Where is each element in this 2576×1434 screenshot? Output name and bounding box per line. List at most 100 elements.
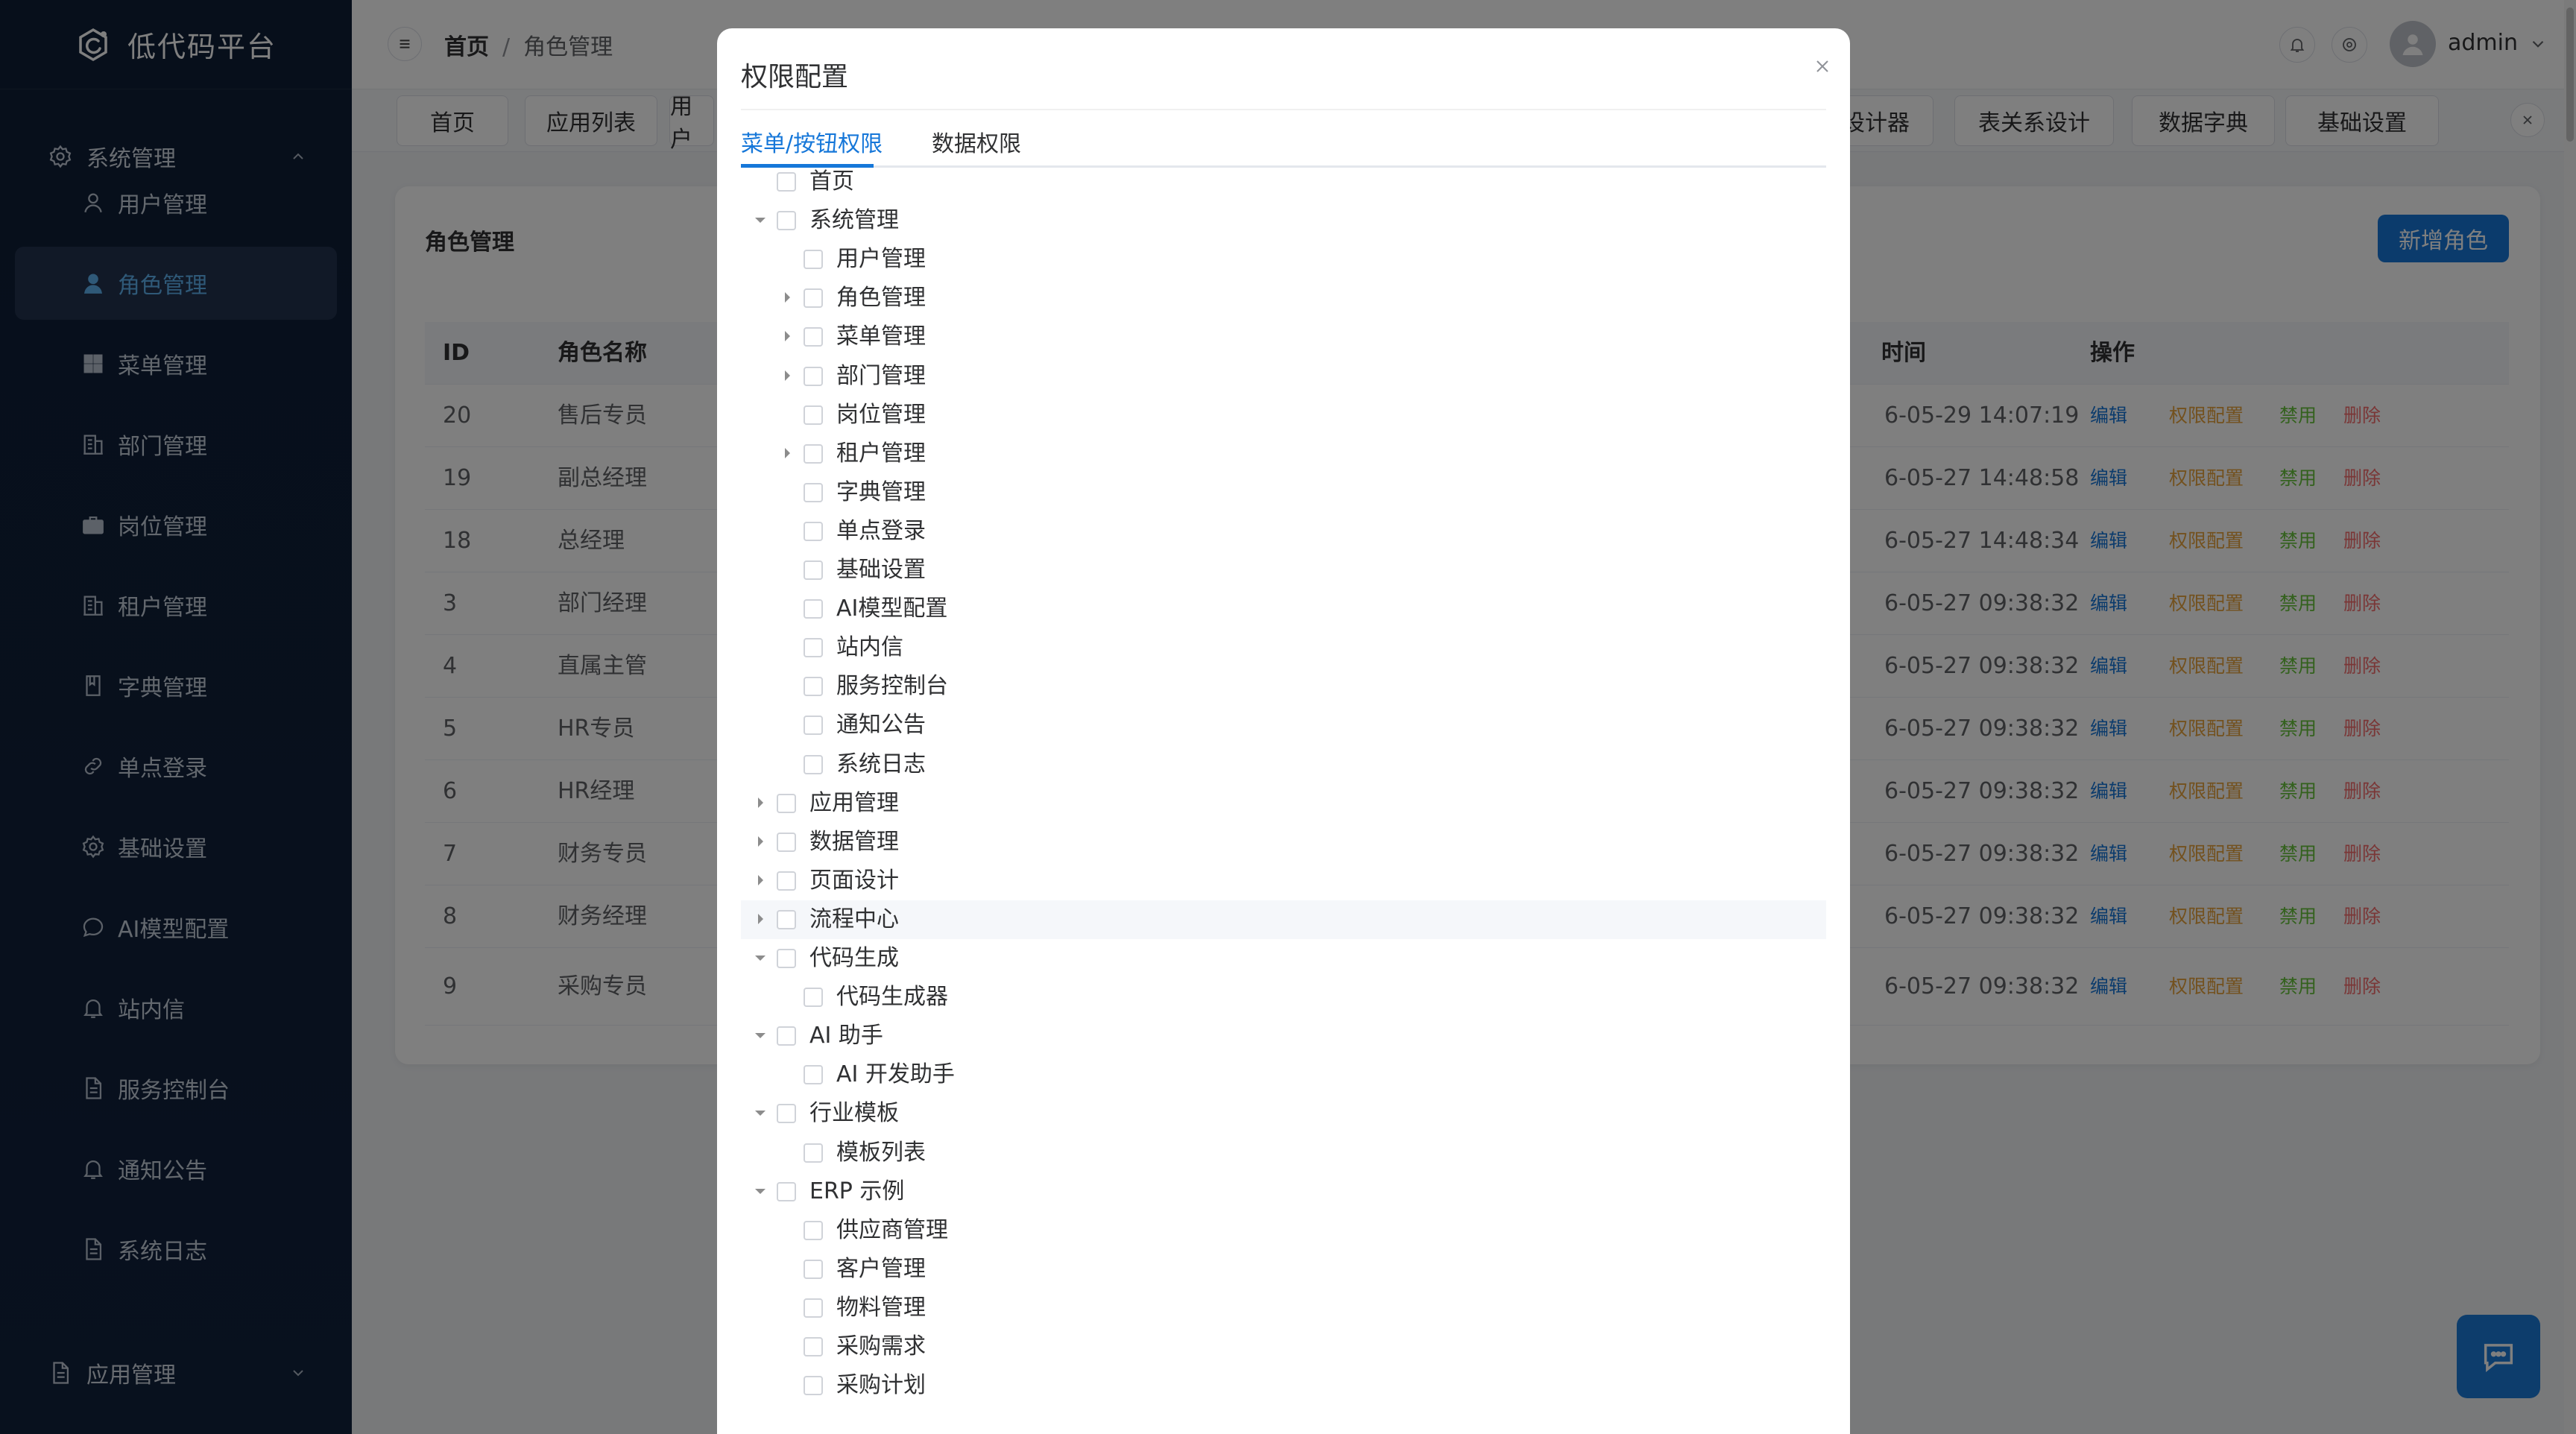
tree-checkbox[interactable]: [777, 1026, 796, 1046]
caret-right-icon[interactable]: [751, 833, 769, 850]
caret-right-icon[interactable]: [778, 444, 796, 462]
tree-node[interactable]: 单点登录: [741, 512, 1826, 551]
tree-node[interactable]: AI模型配置: [741, 590, 1826, 628]
caret-right-icon[interactable]: [778, 367, 796, 385]
caret-right-icon[interactable]: [751, 910, 769, 928]
caret-down-icon[interactable]: [751, 1026, 769, 1044]
tree-node-label: ERP 示例: [809, 1178, 905, 1204]
tree-node-label: 系统日志: [836, 751, 926, 777]
tree-checkbox[interactable]: [804, 482, 823, 502]
tree-checkbox[interactable]: [804, 405, 823, 425]
caret-down-icon[interactable]: [751, 1104, 769, 1122]
tree-node-label: 单点登录: [836, 517, 926, 544]
tree-node[interactable]: 应用管理: [741, 784, 1826, 823]
tree-checkbox[interactable]: [804, 1337, 823, 1356]
tree-checkbox[interactable]: [777, 172, 796, 192]
tree-node[interactable]: ERP 示例: [741, 1172, 1826, 1211]
tree-checkbox[interactable]: [804, 288, 823, 309]
tree-node[interactable]: 流程中心: [741, 900, 1826, 939]
tree-node-label: 用户管理: [836, 246, 926, 273]
tree-node-label: 通知公告: [836, 712, 926, 739]
tree-node[interactable]: 首页: [741, 162, 1826, 201]
tree-node[interactable]: 采购计划: [741, 1366, 1826, 1405]
tree-node-label: 流程中心: [809, 906, 899, 932]
tree-node[interactable]: 系统管理: [741, 201, 1826, 240]
tree-node-label: 页面设计: [809, 867, 899, 894]
tree-node[interactable]: 代码生成器: [741, 978, 1826, 1017]
tree-node[interactable]: 服务控制台: [741, 667, 1826, 706]
tree-checkbox[interactable]: [804, 1376, 823, 1396]
tree-node-label: AI模型配置: [836, 596, 948, 622]
tree-checkbox[interactable]: [804, 1220, 823, 1240]
tree-node[interactable]: 部门管理: [741, 357, 1826, 396]
tree-node-label: 系统管理: [809, 207, 899, 234]
tree-node[interactable]: 采购需求: [741, 1327, 1826, 1366]
tree-node-label: 部门管理: [836, 362, 926, 389]
tree-checkbox[interactable]: [804, 366, 823, 386]
tree-node-label: 代码生成: [809, 945, 899, 971]
tree-checkbox[interactable]: [804, 443, 823, 464]
tree-node[interactable]: 物料管理: [741, 1289, 1826, 1327]
caret-right-icon[interactable]: [778, 327, 796, 345]
caret-right-icon[interactable]: [751, 871, 769, 889]
tree-checkbox[interactable]: [804, 560, 823, 580]
tree-checkbox[interactable]: [804, 1065, 823, 1085]
tab-menu-button-permissions[interactable]: 菜单/按钮权限: [741, 125, 883, 158]
caret-down-icon[interactable]: [751, 211, 769, 229]
tree-node[interactable]: 租户管理: [741, 435, 1826, 473]
tree-node[interactable]: 模板列表: [741, 1134, 1826, 1172]
tree-checkbox[interactable]: [777, 1181, 796, 1201]
tree-node-label: 服务控制台: [836, 673, 948, 700]
tree-checkbox[interactable]: [804, 599, 823, 619]
tree-node[interactable]: 角色管理: [741, 279, 1826, 318]
tree-checkbox[interactable]: [804, 327, 823, 347]
caret-down-icon[interactable]: [751, 1182, 769, 1200]
tree-node-label: 客户管理: [836, 1255, 926, 1282]
tree-checkbox[interactable]: [804, 250, 823, 270]
caret-down-icon[interactable]: [751, 949, 769, 967]
tree-node[interactable]: 用户管理: [741, 240, 1826, 279]
tree-node-label: 基础设置: [836, 557, 926, 583]
tree-checkbox[interactable]: [804, 1259, 823, 1279]
tree-checkbox[interactable]: [777, 909, 796, 929]
tree-node-label: 站内信: [836, 634, 903, 661]
tree-node[interactable]: 客户管理: [741, 1250, 1826, 1289]
tab-data-permissions[interactable]: 数据权限: [932, 125, 1021, 158]
tree-node-label: 采购计划: [836, 1372, 926, 1399]
caret-right-icon[interactable]: [751, 794, 769, 812]
tree-checkbox[interactable]: [804, 716, 823, 736]
tree-checkbox[interactable]: [804, 521, 823, 541]
tree-checkbox[interactable]: [777, 793, 796, 813]
tree-node[interactable]: 岗位管理: [741, 396, 1826, 435]
tree-checkbox[interactable]: [777, 949, 796, 968]
caret-right-icon[interactable]: [778, 288, 796, 306]
dialog-close-button[interactable]: [1805, 49, 1840, 83]
tree-node[interactable]: 行业模板: [741, 1094, 1826, 1133]
tree-node[interactable]: 菜单管理: [741, 318, 1826, 356]
tree-node-label: 菜单管理: [836, 323, 926, 350]
tree-node[interactable]: 代码生成: [741, 939, 1826, 978]
tree-checkbox[interactable]: [804, 638, 823, 658]
tree-node[interactable]: 页面设计: [741, 862, 1826, 900]
tree-node[interactable]: AI 助手: [741, 1017, 1826, 1055]
tree-node-label: 代码生成器: [836, 984, 948, 1011]
tree-checkbox[interactable]: [777, 832, 796, 852]
tree-node-label: 岗位管理: [836, 401, 926, 428]
tree-node[interactable]: 站内信: [741, 628, 1826, 667]
tree-node[interactable]: AI 开发助手: [741, 1055, 1826, 1094]
tree-node[interactable]: 通知公告: [741, 706, 1826, 745]
tree-checkbox[interactable]: [777, 1104, 796, 1124]
tree-checkbox[interactable]: [804, 1298, 823, 1318]
tree-node[interactable]: 字典管理: [741, 473, 1826, 512]
tree-checkbox[interactable]: [804, 988, 823, 1008]
tree-checkbox[interactable]: [804, 754, 823, 774]
tree-checkbox[interactable]: [804, 1143, 823, 1163]
tree-checkbox[interactable]: [777, 211, 796, 231]
tree-node[interactable]: 系统日志: [741, 745, 1826, 784]
tree-node-label: AI 开发助手: [836, 1061, 955, 1088]
tree-checkbox[interactable]: [777, 871, 796, 891]
tree-checkbox[interactable]: [804, 677, 823, 697]
tree-node[interactable]: 基础设置: [741, 551, 1826, 590]
tree-node[interactable]: 数据管理: [741, 823, 1826, 862]
tree-node[interactable]: 供应商管理: [741, 1211, 1826, 1250]
